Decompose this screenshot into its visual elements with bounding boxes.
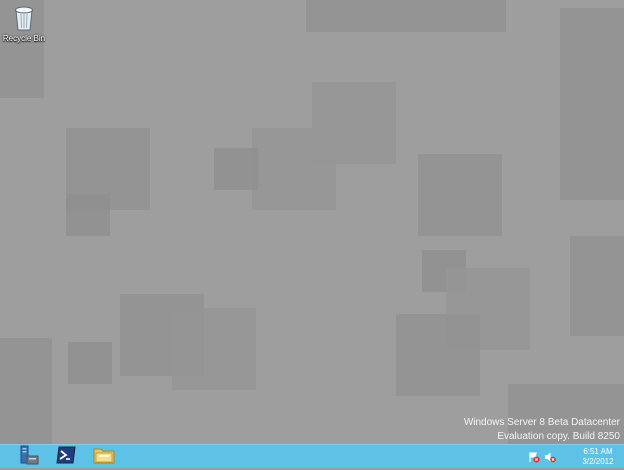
action-center-flag-icon[interactable] — [528, 450, 540, 463]
powershell-icon — [56, 446, 76, 469]
wallpaper-square — [560, 8, 624, 200]
build-watermark: Windows Server 8 Beta Datacenter Evaluat… — [464, 416, 620, 444]
clock-time: 6:51 AM — [583, 447, 613, 456]
watermark-build: Evaluation copy. Build 8250 — [497, 431, 620, 442]
taskbar: 6:51 AM 3/2/2012 — [0, 444, 624, 468]
recycle-bin-label: Recycle Bin — [2, 34, 46, 43]
wallpaper-square — [0, 338, 52, 444]
server-manager-icon — [17, 445, 39, 470]
notification-area: 6:51 AM 3/2/2012 — [524, 445, 624, 469]
taskbar-server-manager-button[interactable] — [10, 445, 46, 470]
volume-muted-icon[interactable] — [544, 450, 556, 463]
wallpaper-square — [68, 342, 112, 384]
wallpaper-square — [172, 308, 256, 390]
wallpaper-square — [252, 128, 336, 210]
desktop[interactable]: Recycle Bin Windows Server 8 Beta Datace… — [0, 0, 624, 444]
taskbar-file-explorer-button[interactable] — [86, 446, 122, 468]
wallpaper-square — [306, 0, 506, 32]
wallpaper-square — [418, 154, 502, 236]
clock[interactable]: 6:51 AM 3/2/2012 — [576, 447, 620, 467]
wallpaper-square — [66, 194, 110, 236]
recycle-bin-icon — [13, 4, 35, 32]
taskbar-powershell-button[interactable] — [48, 446, 84, 468]
file-explorer-icon — [93, 446, 115, 469]
watermark-edition: Windows Server 8 Beta Datacenter — [463, 417, 620, 428]
wallpaper-square — [214, 148, 258, 190]
recycle-bin[interactable]: Recycle Bin — [2, 2, 46, 48]
clock-date: 3/2/2012 — [582, 457, 614, 466]
wallpaper-square — [570, 236, 624, 336]
wallpaper-square — [396, 314, 480, 396]
